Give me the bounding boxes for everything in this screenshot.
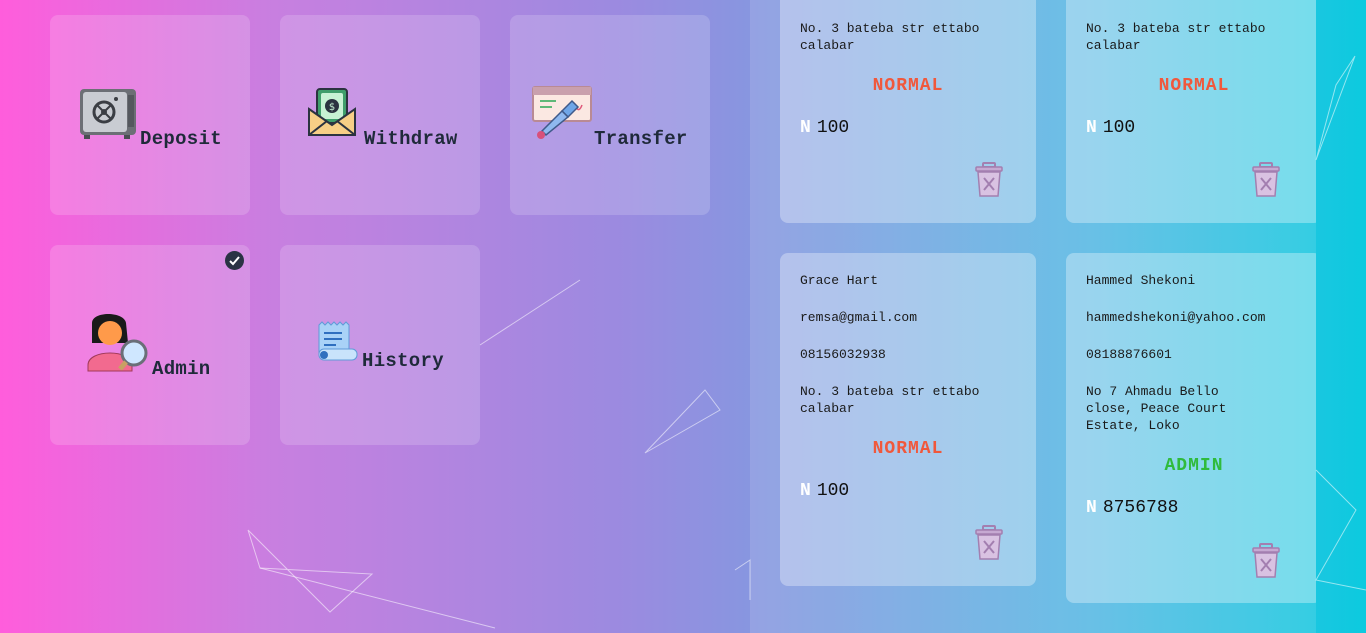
balance-value: 8756788 bbox=[1102, 498, 1179, 518]
menu-tile-withdraw[interactable]: $ Withdraw bbox=[280, 15, 480, 215]
envelope-money-icon: $ bbox=[308, 88, 356, 136]
menu-tile-deposit[interactable]: Deposit bbox=[50, 15, 250, 215]
user-balance: N 8756788 bbox=[1086, 498, 1178, 518]
selected-check-icon bbox=[225, 251, 244, 270]
receipt-history-icon bbox=[318, 321, 358, 361]
cheque-pen-icon bbox=[532, 86, 592, 139]
user-email: hammedshekoni@yahoo.com bbox=[1086, 310, 1266, 325]
user-role: NORMAL bbox=[872, 76, 944, 96]
user-balance: N 100 bbox=[1086, 118, 1135, 138]
menu-tile-transfer[interactable]: Transfer bbox=[510, 15, 710, 215]
withdraw-label: Withdraw bbox=[364, 128, 458, 150]
menu-tile-history[interactable]: History bbox=[280, 245, 480, 445]
delete-trash-icon[interactable] bbox=[1251, 543, 1281, 579]
currency-symbol: N bbox=[1086, 498, 1097, 518]
user-card: Hammed Shekoni hammedshekoni@yahoo.com 0… bbox=[1066, 253, 1316, 603]
currency-symbol: N bbox=[1086, 118, 1097, 138]
balance-value: 100 bbox=[816, 481, 850, 501]
admin-user-search-icon bbox=[87, 314, 148, 372]
user-role: NORMAL bbox=[872, 439, 944, 459]
history-label: History bbox=[362, 350, 444, 372]
delete-trash-icon[interactable] bbox=[1251, 162, 1281, 198]
delete-trash-icon[interactable] bbox=[974, 525, 1004, 561]
svg-text:$: $ bbox=[329, 102, 335, 113]
admin-label: Admin bbox=[152, 358, 211, 380]
user-role: NORMAL bbox=[1158, 76, 1230, 96]
user-card: No. 3 bateba str ettabo calabar NORMAL N… bbox=[780, 0, 1036, 223]
balance-value: 100 bbox=[816, 118, 850, 138]
balance-value: 100 bbox=[1102, 118, 1136, 138]
delete-trash-icon[interactable] bbox=[974, 162, 1004, 198]
user-phone: 08156032938 bbox=[800, 347, 886, 362]
user-card: Grace Hart remsa@gmail.com 08156032938 N… bbox=[780, 253, 1036, 586]
user-address: No. 3 bateba str ettabo calabar bbox=[800, 384, 980, 416]
currency-symbol: N bbox=[800, 118, 811, 138]
user-name: Hammed Shekoni bbox=[1086, 273, 1196, 288]
user-name: Grace Hart bbox=[800, 273, 879, 288]
users-panel: No. 3 bateba str ettabo calabar NORMAL N… bbox=[750, 0, 1316, 633]
safe-icon bbox=[80, 89, 136, 139]
user-address: No. 3 bateba str ettabo calabar bbox=[800, 21, 980, 53]
user-address: No 7 Ahmadu Bello close, Peace Court Est… bbox=[1086, 384, 1227, 433]
user-email: remsa@gmail.com bbox=[800, 310, 918, 325]
deposit-label: Deposit bbox=[140, 128, 222, 150]
user-role: ADMIN bbox=[1164, 456, 1224, 476]
user-balance: N 100 bbox=[800, 118, 849, 138]
menu-tile-admin[interactable]: Admin bbox=[50, 245, 250, 445]
user-address: No. 3 bateba str ettabo calabar bbox=[1086, 21, 1266, 53]
currency-symbol: N bbox=[800, 481, 811, 501]
transfer-label: Transfer bbox=[594, 128, 688, 150]
user-phone: 08188876601 bbox=[1086, 347, 1172, 362]
user-balance: N 100 bbox=[800, 481, 849, 501]
user-card: No. 3 bateba str ettabo calabar NORMAL N… bbox=[1066, 0, 1316, 223]
